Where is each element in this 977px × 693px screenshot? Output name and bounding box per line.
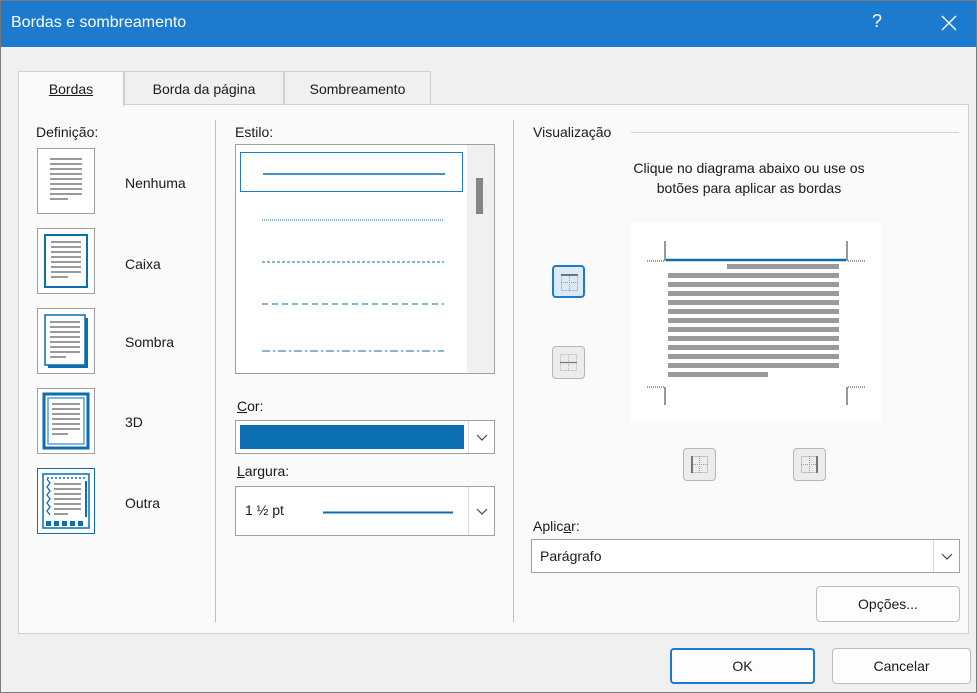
border-right-icon <box>801 456 818 473</box>
style-list[interactable] <box>235 144 495 374</box>
border-preview-diagram[interactable] <box>631 223 881 423</box>
chevron-down-icon <box>476 434 488 441</box>
title-bar: Bordas e sombreamento ? <box>1 1 976 47</box>
color-select[interactable] <box>235 420 495 454</box>
setting-3d-label[interactable]: 3D <box>125 414 143 430</box>
cancel-button-label: Cancelar <box>873 658 930 674</box>
width-preview-line <box>323 511 453 514</box>
setting-none-button[interactable] <box>37 148 95 214</box>
left-border-button[interactable] <box>683 448 716 481</box>
apply-to-value: Parágrafo <box>540 548 602 564</box>
options-button[interactable]: Opções... <box>816 586 960 622</box>
ok-button[interactable]: OK <box>670 648 815 684</box>
setting-3d-button[interactable] <box>37 388 95 454</box>
setting-shadow-label[interactable]: Sombra <box>125 334 174 350</box>
chevron-down-icon <box>941 553 953 560</box>
preview-instruction-2: botões para aplicar as bordas <box>656 180 842 196</box>
style-label: Estilo: <box>235 124 274 140</box>
setting-none-label[interactable]: Nenhuma <box>125 175 186 191</box>
tab-sombreamento[interactable]: Sombreamento <box>284 71 431 105</box>
setting-3d-icon <box>42 392 90 450</box>
dialog-title: Bordas e sombreamento <box>11 14 187 31</box>
setting-none-icon <box>50 158 82 200</box>
top-border-button[interactable] <box>552 265 585 298</box>
width-select[interactable]: 1 ½ pt <box>235 486 495 536</box>
tab-label: Bordas <box>48 81 94 97</box>
chevron-down-icon <box>476 508 488 515</box>
line-solid-icon <box>263 173 445 175</box>
width-value: 1 ½ pt <box>245 502 284 518</box>
borders-dialog: Bordas e sombreamento ? Bordas Borda da … <box>0 0 977 693</box>
setting-box-button[interactable] <box>37 228 95 294</box>
help-button[interactable]: ? <box>867 11 887 32</box>
options-button-label: Opções... <box>858 596 918 612</box>
setting-shadow-button[interactable] <box>37 308 95 374</box>
border-left-icon <box>691 456 708 473</box>
setting-custom-icon <box>42 473 90 529</box>
border-top-icon <box>561 274 578 291</box>
setting-custom-button[interactable] <box>37 468 95 534</box>
close-button[interactable] <box>929 9 969 39</box>
style-option-dashed-small[interactable] <box>240 241 463 281</box>
setting-custom-label[interactable]: Outra <box>125 495 160 511</box>
close-icon <box>941 15 957 31</box>
color-dropdown-button[interactable] <box>468 421 494 453</box>
preview-label-rule <box>631 132 959 133</box>
border-inside-icon <box>560 354 577 371</box>
middle-border-button[interactable] <box>552 346 585 379</box>
style-option-dash-dot[interactable] <box>240 330 463 370</box>
style-option-solid[interactable] <box>240 152 463 192</box>
line-dotted-icon <box>262 219 444 221</box>
right-border-button[interactable] <box>793 448 826 481</box>
apply-to-label: Aplicar: <box>533 518 580 534</box>
tab-borda-da-pagina[interactable]: Borda da página <box>124 71 284 105</box>
setting-box-label[interactable]: Caixa <box>125 256 161 272</box>
style-option-dashed[interactable] <box>240 283 463 323</box>
line-dashed-small-icon <box>262 261 444 263</box>
preview-page-graphic <box>647 241 865 405</box>
setting-shadow-icon <box>44 314 88 368</box>
style-option-dotted[interactable] <box>240 199 463 239</box>
cancel-button[interactable]: Cancelar <box>832 648 971 684</box>
color-label: Cor: <box>237 398 264 414</box>
scrollbar-thumb[interactable] <box>476 178 483 214</box>
preview-instruction-1: Clique no diagrama abaixo ou use os <box>633 160 865 176</box>
line-dashed-icon <box>262 303 444 305</box>
tab-label: Borda da página <box>152 81 256 97</box>
tab-label: Sombreamento <box>309 81 406 97</box>
width-dropdown-button[interactable] <box>468 487 494 535</box>
line-dash-dot-icon <box>262 350 444 352</box>
apply-to-dropdown-button[interactable] <box>933 540 959 572</box>
setting-label: Definição: <box>36 124 99 140</box>
ok-button-label: OK <box>732 658 753 674</box>
column-divider <box>215 120 216 622</box>
style-list-scrollbar[interactable] <box>467 145 494 373</box>
width-label: Largura: <box>237 463 290 479</box>
preview-label: Visualização <box>533 124 612 140</box>
column-divider <box>513 120 514 622</box>
apply-to-select[interactable]: Parágrafo <box>531 539 960 573</box>
color-swatch <box>240 425 464 449</box>
tab-bordas[interactable]: Bordas <box>18 71 124 107</box>
setting-box-icon <box>44 234 88 288</box>
